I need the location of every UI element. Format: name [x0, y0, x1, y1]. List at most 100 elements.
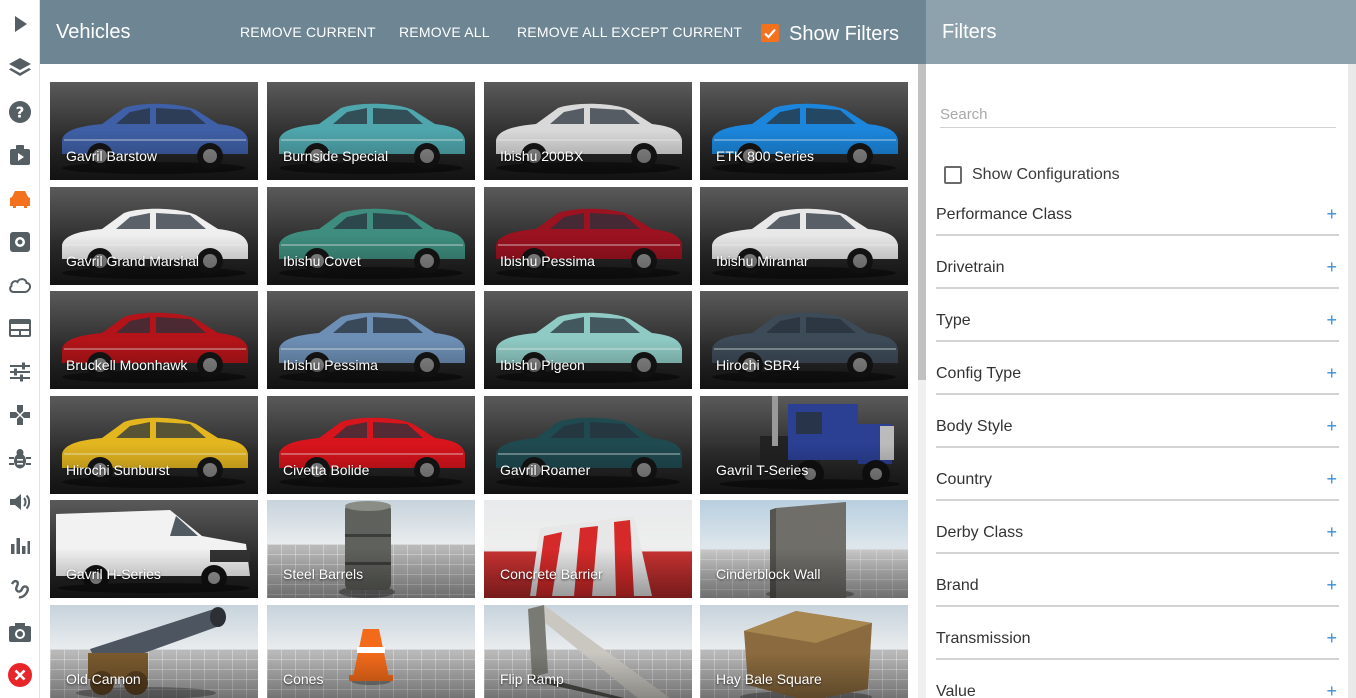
- filter-category-row[interactable]: Transmission +: [936, 626, 1339, 660]
- scrollbar-thumb[interactable]: [918, 64, 926, 380]
- environment-icon: [9, 319, 31, 337]
- vehicle-tile[interactable]: Gavril Barstow: [50, 82, 258, 180]
- sidebar-stats-button[interactable]: [0, 523, 40, 567]
- cloud-icon: [9, 278, 32, 293]
- vehicle-tile-label: Ibishu Pessima: [283, 357, 378, 373]
- expand-plus-icon[interactable]: +: [1326, 469, 1337, 490]
- scenarios-icon: [10, 145, 30, 165]
- audio-icon: [10, 494, 31, 510]
- vehicle-tile-label: Steel Barrels: [283, 566, 364, 582]
- sidebar-layers-button[interactable]: [0, 46, 40, 90]
- vehicle-tile[interactable]: Gavril Roamer: [484, 396, 692, 494]
- layers-icon: [9, 58, 31, 76]
- sidebar-debug-bug-button[interactable]: [0, 437, 40, 481]
- sidebar-help-button[interactable]: ?: [0, 90, 40, 134]
- vehicles-title: Vehicles: [56, 21, 131, 43]
- expand-plus-icon[interactable]: +: [1326, 575, 1337, 596]
- vehicle-tile[interactable]: Ibishu Pessima: [267, 291, 475, 389]
- vehicle-tile[interactable]: Gavril T-Series: [700, 396, 908, 494]
- vehicle-tile[interactable]: Ibishu Miramar: [700, 187, 908, 285]
- filter-category-row[interactable]: Drivetrain +: [936, 255, 1339, 289]
- vehicle-tile-label: Hirochi SBR4: [716, 357, 801, 373]
- vehicle-tile-label: Burnside Special: [283, 148, 389, 164]
- vehicle-tile-label: Concrete Barrier: [500, 566, 603, 582]
- sidebar-scenarios-button[interactable]: [0, 133, 40, 177]
- filters-panel: Show Configurations Performance Class+Dr…: [926, 64, 1348, 698]
- vehicle-tile[interactable]: Bruckell Moonhawk: [50, 291, 258, 389]
- filter-category-row[interactable]: Body Style +: [936, 414, 1339, 448]
- sidebar-car-button[interactable]: [0, 177, 40, 221]
- vehicle-tile[interactable]: Hirochi Sunburst: [50, 396, 258, 494]
- sidebar-audio-button[interactable]: [0, 480, 40, 524]
- vehicle-tile-label: Gavril Grand Marshal: [66, 253, 200, 269]
- sidebar-controls-button[interactable]: [0, 393, 40, 437]
- sidebar-settings-button[interactable]: [0, 220, 40, 264]
- filter-search-input[interactable]: [940, 102, 1336, 128]
- remove-all-button[interactable]: REMOVE ALL: [399, 24, 490, 40]
- sidebar-cloud-button[interactable]: [0, 263, 40, 307]
- svg-text:?: ?: [16, 104, 25, 122]
- sidebar-track-builder-button[interactable]: [0, 567, 40, 611]
- expand-plus-icon[interactable]: +: [1326, 204, 1337, 225]
- expand-plus-icon[interactable]: +: [1326, 257, 1337, 278]
- camera-icon: [9, 623, 31, 642]
- vehicle-tile[interactable]: Flip Ramp: [484, 605, 692, 698]
- show-filters-checkbox[interactable]: [761, 24, 779, 42]
- filter-category-row[interactable]: Type +: [936, 308, 1339, 342]
- expand-plus-icon[interactable]: +: [1326, 310, 1337, 331]
- vehicle-tile[interactable]: Cinderblock Wall: [700, 500, 908, 598]
- vehicle-tile[interactable]: Cones: [267, 605, 475, 698]
- help-icon: ?: [9, 101, 31, 123]
- vehicle-tile[interactable]: Civetta Bolide: [267, 396, 475, 494]
- filter-category-row[interactable]: Config Type +: [936, 361, 1339, 395]
- remove-current-button[interactable]: REMOVE CURRENT: [240, 24, 376, 40]
- vehicle-tile[interactable]: Ibishu Covet: [267, 187, 475, 285]
- remove-all-except-current-button[interactable]: REMOVE ALL EXCEPT CURRENT: [517, 24, 742, 40]
- expand-plus-icon[interactable]: +: [1326, 681, 1337, 698]
- expand-plus-icon[interactable]: +: [1326, 522, 1337, 543]
- vehicle-tile[interactable]: Ibishu Pessima: [484, 187, 692, 285]
- filter-category-row[interactable]: Country +: [936, 467, 1339, 501]
- show-configurations-toggle[interactable]: Show Configurations: [944, 166, 1120, 184]
- vehicle-tile[interactable]: Gavril H-Series: [50, 500, 258, 598]
- close-icon: [8, 663, 32, 687]
- vehicle-tile[interactable]: Burnside Special: [267, 82, 475, 180]
- vehicle-tile[interactable]: Ibishu Pigeon: [484, 291, 692, 389]
- sidebar-play-button[interactable]: [0, 2, 40, 46]
- play-icon: [15, 16, 27, 32]
- sidebar-close-button[interactable]: [0, 653, 40, 697]
- filter-category-label: Derby Class: [936, 524, 1024, 541]
- expand-plus-icon[interactable]: +: [1326, 363, 1337, 384]
- filter-category-label: Performance Class: [936, 206, 1073, 223]
- vehicle-tile[interactable]: Steel Barrels: [267, 500, 475, 598]
- sidebar-camera-button[interactable]: [0, 610, 40, 654]
- vehicle-tile[interactable]: Old Cannon: [50, 605, 258, 698]
- vehicle-tile-label: Bruckell Moonhawk: [66, 357, 188, 373]
- vehicle-tile[interactable]: Gavril Grand Marshal: [50, 187, 258, 285]
- filter-category-row[interactable]: Brand +: [936, 573, 1339, 607]
- show-filters-label[interactable]: Show Filters: [789, 23, 899, 46]
- expand-plus-icon[interactable]: +: [1326, 628, 1337, 649]
- sidebar-environment-button[interactable]: [0, 306, 40, 350]
- show-configurations-checkbox[interactable]: [944, 166, 962, 184]
- vehicle-tile-label: Ibishu Pessima: [500, 253, 595, 269]
- filter-category-label: Transmission: [936, 630, 1031, 647]
- settings-icon: [10, 232, 30, 252]
- vehicle-tile[interactable]: Ibishu 200BX: [484, 82, 692, 180]
- main-menu-rail: ?: [0, 0, 40, 698]
- show-configurations-label: Show Configurations: [972, 166, 1120, 183]
- vehicle-tile[interactable]: Hay Bale Square: [700, 605, 908, 698]
- vehicle-tile-label: Ibishu Pigeon: [500, 357, 585, 373]
- vehicle-tile[interactable]: ETK 800 Series: [700, 82, 908, 180]
- vehicle-tile-label: ETK 800 Series: [716, 148, 815, 164]
- vehicle-tile[interactable]: Hirochi SBR4: [700, 291, 908, 389]
- filters-title: Filters: [942, 21, 997, 43]
- filter-category-row[interactable]: Performance Class +: [936, 202, 1339, 236]
- sidebar-tuning-button[interactable]: [0, 350, 40, 394]
- expand-plus-icon[interactable]: +: [1326, 416, 1337, 437]
- filter-category-row[interactable]: Value +: [936, 679, 1339, 698]
- filters-scrollbar[interactable]: [1348, 64, 1356, 698]
- vehicle-grid-scrollbar[interactable]: [918, 64, 926, 698]
- vehicle-tile[interactable]: Concrete Barrier: [484, 500, 692, 598]
- filter-category-row[interactable]: Derby Class +: [936, 520, 1339, 554]
